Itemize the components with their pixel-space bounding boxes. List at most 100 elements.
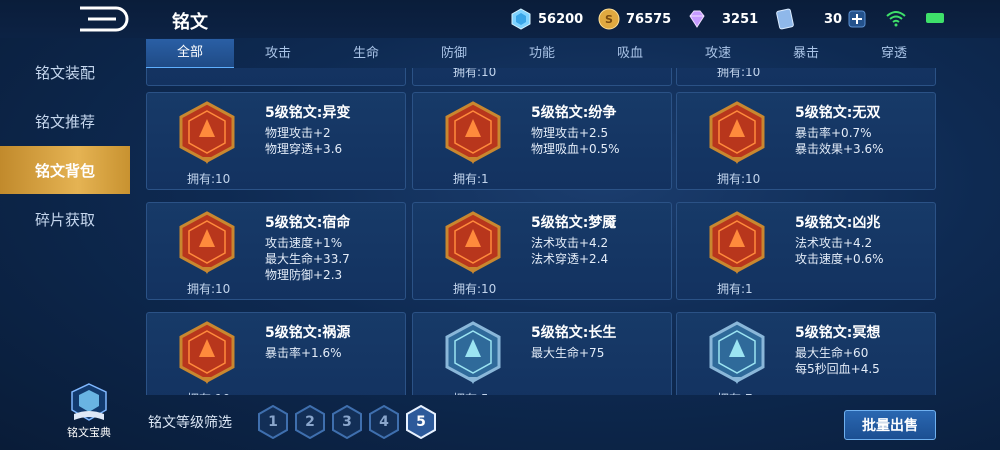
tab-crit[interactable]: 暴击 bbox=[762, 40, 850, 68]
inscription-card[interactable]: 5级铭文:凶兆 法术攻击+4.2 攻击速度+0.6% 拥有:1 bbox=[676, 202, 936, 300]
tab-penetration[interactable]: 穿透 bbox=[850, 40, 938, 68]
inscription-emblem-icon bbox=[709, 321, 765, 384]
inscription-list[interactable]: 拥有:10 拥有:10 5级铭文:异变 物理攻击+2 物理穿透+3.6 拥有:10 5级… bbox=[146, 68, 938, 395]
owned-count: 拥有:7 bbox=[717, 390, 753, 395]
peek-card[interactable]: 拥有:10 bbox=[676, 68, 936, 86]
tab-defense[interactable]: 防御 bbox=[410, 40, 498, 68]
level-number: 4 bbox=[379, 414, 389, 430]
sidebar-item-fragments[interactable]: 碎片获取 bbox=[0, 195, 130, 243]
inscription-card[interactable]: 5级铭文:冥想最大生命+60 每5秒回血+4.5 拥有:7 bbox=[676, 312, 936, 395]
tab-attack[interactable]: 攻击 bbox=[234, 40, 322, 68]
tab-lifesteal[interactable]: 吸血 bbox=[586, 40, 674, 68]
level-number: 5 bbox=[416, 414, 426, 430]
level-filter-1[interactable]: 1 bbox=[257, 405, 289, 439]
inscription-name: 5级铭文:冥想 bbox=[795, 325, 881, 341]
inscription-card[interactable]: 5级铭文:纷争 物理攻击+2.5 物理吸血+0.5% 拥有:1 bbox=[412, 92, 672, 190]
inscription-name: 5级铭文:梦魇 bbox=[531, 215, 617, 231]
level-number: 3 bbox=[342, 414, 352, 430]
owned-count: 拥有:10 bbox=[717, 68, 761, 79]
inscription-name: 5级铭文:长生 bbox=[531, 325, 617, 341]
inscription-emblem-icon bbox=[445, 211, 501, 274]
ticket-counter: 30 bbox=[774, 8, 866, 30]
inscription-stat: 最大生命+60 bbox=[795, 346, 869, 360]
owned-count: 拥有:1 bbox=[717, 282, 753, 296]
inscription-stat: 法术穿透+2.4 bbox=[531, 252, 609, 266]
battery-icon bbox=[926, 13, 944, 23]
owned-count: 拥有:10 bbox=[453, 68, 497, 79]
inscription-emblem-icon bbox=[445, 321, 501, 384]
inscription-stat: 法术攻击+4.2 bbox=[795, 236, 873, 250]
tab-health[interactable]: 生命 bbox=[322, 40, 410, 68]
add-ticket-icon[interactable] bbox=[848, 10, 866, 28]
inscription-name: 5级铭文:无双 bbox=[795, 105, 881, 121]
tab-attack-speed[interactable]: 攻速 bbox=[674, 40, 762, 68]
tab-all[interactable]: 全部 bbox=[146, 39, 234, 69]
inscription-emblem-icon bbox=[709, 211, 765, 274]
inscription-stat: 暴击率+1.6% bbox=[265, 346, 342, 360]
sidebar-item-backpack[interactable]: 铭文背包 bbox=[0, 146, 130, 194]
inscription-emblem-icon bbox=[179, 321, 235, 384]
level-filter-5[interactable]: 5 bbox=[405, 405, 437, 439]
peek-card[interactable]: 拥有:10 bbox=[412, 68, 672, 86]
inscription-stat: 最大生命+75 bbox=[531, 346, 605, 360]
owned-count: 拥有:10 bbox=[187, 172, 231, 186]
owned-count: 拥有:10 bbox=[187, 282, 231, 296]
gold-value: 76575 bbox=[626, 11, 672, 27]
crystal-value: 56200 bbox=[538, 11, 584, 27]
inscription-emblem-icon bbox=[709, 101, 765, 164]
level-filter-4[interactable]: 4 bbox=[368, 405, 400, 439]
inscription-stat: 物理攻击+2 bbox=[265, 126, 331, 140]
inscription-card[interactable]: 5级铭文:宿命 攻击速度+1% 最大生命+33.7 物理防御+2.3 拥有:10 bbox=[146, 202, 406, 300]
owned-count: 拥有:1 bbox=[453, 172, 489, 186]
inscription-card[interactable]: 5级铭文:长生最大生命+75 拥有:5 bbox=[412, 312, 672, 395]
gold-coin-icon: S bbox=[598, 8, 620, 30]
inscription-stat: 最大生命+33.7 bbox=[265, 252, 350, 266]
inscription-name: 5级铭文:异变 bbox=[265, 105, 351, 121]
owned-count: 拥有:10 bbox=[187, 390, 230, 395]
card-ticket-icon bbox=[776, 8, 794, 30]
diamond-value: 3251 bbox=[722, 11, 759, 27]
level-number: 1 bbox=[268, 414, 278, 430]
sidebar-item-loadout[interactable]: 铭文装配 bbox=[0, 48, 130, 96]
inscription-name: 5级铭文:祸源 bbox=[265, 325, 351, 341]
peek-card[interactable] bbox=[146, 68, 406, 86]
inscription-card[interactable]: 5级铭文:无双 暴击率+0.7% 暴击效果+3.6% 拥有:10 bbox=[676, 92, 936, 190]
inscription-emblem-icon bbox=[179, 101, 235, 164]
owned-count: 拥有:10 bbox=[453, 282, 497, 296]
inscription-stat: 暴击率+0.7% bbox=[795, 126, 872, 140]
inscription-stat: 物理吸血+0.5% bbox=[531, 142, 620, 156]
owned-count: 拥有:10 bbox=[717, 172, 761, 186]
inscription-stat: 物理穿透+3.6 bbox=[265, 142, 343, 156]
level-filter-3[interactable]: 3 bbox=[331, 405, 363, 439]
svg-text:S: S bbox=[605, 13, 613, 26]
level-number: 2 bbox=[305, 414, 315, 430]
crystal-icon bbox=[511, 8, 531, 30]
codex-button[interactable]: 铭文宝典 bbox=[56, 374, 122, 440]
inscription-stat: 物理防御+2.3 bbox=[265, 268, 343, 282]
level-filter-label: 铭文等级筛选 bbox=[148, 415, 232, 431]
diamond-icon bbox=[689, 10, 705, 28]
inscription-stat: 每5秒回血+4.5 bbox=[795, 362, 880, 376]
owned-count: 拥有:5 bbox=[453, 390, 489, 395]
wifi-icon bbox=[886, 11, 906, 27]
inscription-stat: 攻击速度+1% bbox=[265, 236, 343, 250]
crystal-counter: 56200 bbox=[510, 8, 583, 30]
tab-utility[interactable]: 功能 bbox=[498, 40, 586, 68]
inscription-stat: 攻击速度+0.6% bbox=[795, 252, 884, 266]
inscription-card[interactable]: 5级铭文:异变 物理攻击+2 物理穿透+3.6 拥有:10 bbox=[146, 92, 406, 190]
level-filter-2[interactable]: 2 bbox=[294, 405, 326, 439]
inscription-stat: 法术攻击+4.2 bbox=[531, 236, 609, 250]
ticket-value: 30 bbox=[824, 11, 843, 27]
codex-label: 铭文宝典 bbox=[67, 426, 111, 439]
gold-counter: S 76575 bbox=[598, 8, 671, 30]
category-tabs: 全部 攻击 生命 防御 功能 吸血 攻速 暴击 穿透 bbox=[146, 39, 938, 69]
inscription-stat: 暴击效果+3.6% bbox=[795, 142, 884, 156]
inscription-card[interactable]: 5级铭文:祸源暴击率+1.6% 拥有:10 bbox=[146, 312, 406, 395]
inscription-card[interactable]: 5级铭文:梦魇 法术攻击+4.2 法术穿透+2.4 拥有:10 bbox=[412, 202, 672, 300]
diamond-counter: 3251 bbox=[686, 8, 758, 30]
bulk-sell-button[interactable]: 批量出售 bbox=[844, 410, 936, 440]
inscription-name: 5级铭文:纷争 bbox=[531, 105, 617, 121]
inscription-stat: 物理攻击+2.5 bbox=[531, 126, 609, 140]
sidebar-item-recommend[interactable]: 铭文推荐 bbox=[0, 97, 130, 145]
back-button[interactable] bbox=[58, 4, 154, 34]
